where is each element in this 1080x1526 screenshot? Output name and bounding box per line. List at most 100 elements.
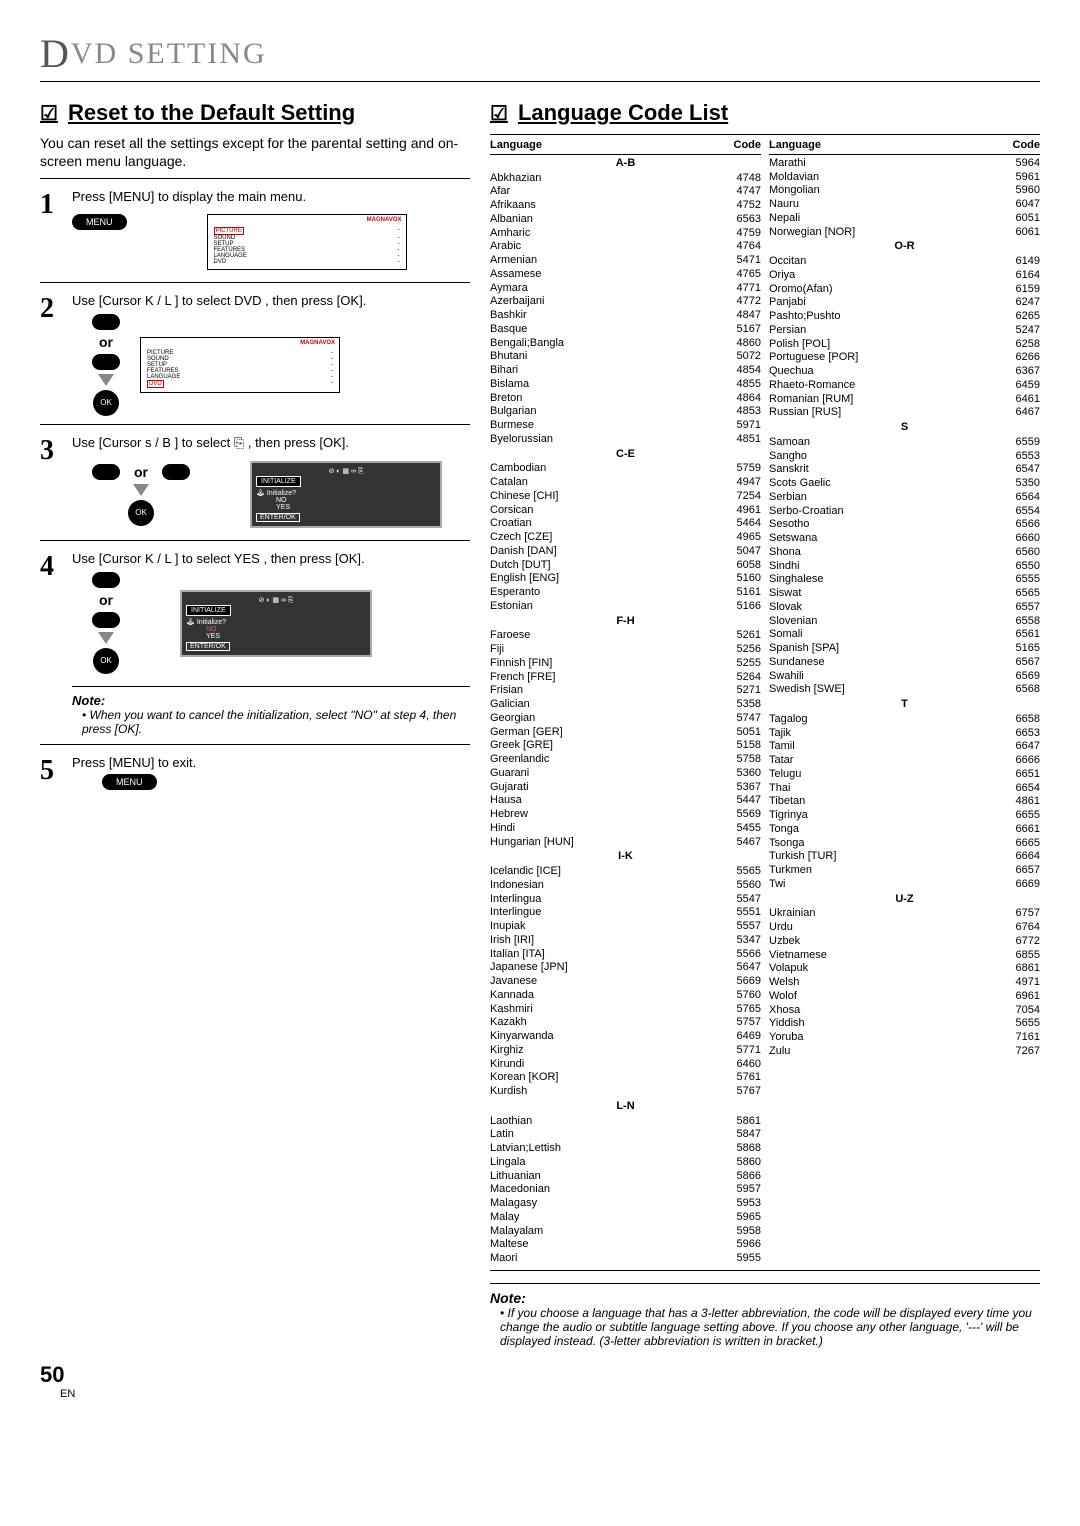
lang-row: Indonesian5560	[490, 879, 761, 893]
menu-button[interactable]: MENU	[102, 774, 157, 790]
lang-group: I-K	[490, 850, 761, 864]
lang-row: Turkish [TUR]6664	[769, 850, 1040, 864]
lang-note-label: Note:	[490, 1283, 1040, 1306]
step4-text: Use [Cursor K / L ] to select YES , then…	[72, 551, 470, 566]
page-heading: DVD SETTING	[40, 30, 1040, 77]
lang-row: Swahili6569	[769, 670, 1040, 684]
lang-row: Kirghiz5771	[490, 1044, 761, 1058]
lang-row: Czech [CZE]4965	[490, 531, 761, 545]
lang-row: Cambodian5759	[490, 462, 761, 476]
lang-row: Tagalog6658	[769, 713, 1040, 727]
lang-row: Burmese5971	[490, 419, 761, 433]
lang-row: Esperanto5161	[490, 586, 761, 600]
lang-group: A-B	[490, 157, 761, 171]
lang-row: Tonga6661	[769, 823, 1040, 837]
lang-row: Shona6560	[769, 546, 1040, 560]
lang-group: C-E	[490, 448, 761, 462]
reset-section: Reset to the Default Setting You can res…	[40, 96, 470, 1348]
lang-row: Latvian;Lettish5868	[490, 1142, 761, 1156]
lang-row: Javanese5669	[490, 975, 761, 989]
lang-row: Wolof6961	[769, 990, 1040, 1004]
lang-row: Malay5965	[490, 1211, 761, 1225]
lang-row: Norwegian [NOR]6061	[769, 226, 1040, 240]
lang-row: Sanskrit6547	[769, 463, 1040, 477]
lang-row: Sundanese6567	[769, 656, 1040, 670]
up-button[interactable]	[92, 572, 120, 588]
ok-button[interactable]: OK	[128, 500, 154, 526]
lang-row: Georgian5747	[490, 712, 761, 726]
lang-row: Estonian5166	[490, 600, 761, 614]
lang-row: Macedonian5957	[490, 1183, 761, 1197]
lang-row: Uzbek6772	[769, 935, 1040, 949]
lang-row: Oromo(Afan)6159	[769, 283, 1040, 297]
lang-row: Interlingue5551	[490, 906, 761, 920]
lang-row: Azerbaijani4772	[490, 295, 761, 309]
step-num-1: 1	[40, 189, 64, 274]
right-button[interactable]	[162, 464, 190, 480]
lang-row: Korean [KOR]5761	[490, 1071, 761, 1085]
lang-row: Assamese4765	[490, 268, 761, 282]
step-num-3: 3	[40, 435, 64, 532]
lang-row: Greek [GRE]5158	[490, 739, 761, 753]
lang-row: Slovak6557	[769, 601, 1040, 615]
step-num-4: 4	[40, 551, 64, 736]
lang-row: Hausa5447	[490, 794, 761, 808]
ok-button[interactable]: OK	[93, 390, 119, 416]
language-code-section: Language Code List LanguageCode A-BAbkha…	[490, 96, 1040, 1348]
lang-row: Pashto;Pushto6265	[769, 310, 1040, 324]
lang-row: Hungarian [HUN]5467	[490, 836, 761, 850]
lang-row: Setswana6660	[769, 532, 1040, 546]
lang-row: Malayalam5958	[490, 1225, 761, 1239]
lang-row: Ukrainian6757	[769, 907, 1040, 921]
menu-screen-2: MAGNAVOX PICTURE-SOUND-SETUP-FEATURES-LA…	[140, 337, 340, 393]
lang-row: Quechua6367	[769, 365, 1040, 379]
lang-row: Hebrew5569	[490, 808, 761, 822]
note-body: • When you want to cancel the initializa…	[82, 708, 470, 736]
menu-screen-1: MAGNAVOX PICTURE-SOUND-SETUP-FEATURES-LA…	[207, 214, 407, 270]
arrow-down-icon	[98, 374, 114, 386]
lang-group: O-R	[769, 240, 1040, 254]
lang-row: Turkmen6657	[769, 864, 1040, 878]
lang-row: Kashmiri5765	[490, 1003, 761, 1017]
lang-row: Singhalese6555	[769, 573, 1040, 587]
down-button[interactable]	[92, 612, 120, 628]
lang-row: Italian [ITA]5566	[490, 948, 761, 962]
lang-row: Maori5955	[490, 1252, 761, 1266]
lang-row: Serbian6564	[769, 491, 1040, 505]
dialog-initialize-1: ⊘ ◐ ▦ ∞ ⎘ INITIALIZE 🕹 Initialize? NO YE…	[250, 461, 442, 528]
lang-row: Fiji5256	[490, 643, 761, 657]
menu-button[interactable]: MENU	[72, 214, 127, 230]
lang-row: Telugu6651	[769, 768, 1040, 782]
lang-row: Bulgarian4853	[490, 405, 761, 419]
step3-text: Use [Cursor s / B ] to select ⎘ , then p…	[72, 435, 470, 451]
lang-row: Malagasy5953	[490, 1197, 761, 1211]
note-label: Note:	[72, 686, 470, 708]
remote-nav-2: or OK	[92, 314, 120, 416]
down-button[interactable]	[92, 354, 120, 370]
lang-row: Polish [POL]6258	[769, 338, 1040, 352]
left-button[interactable]	[92, 464, 120, 480]
lang-row: Albanian6563	[490, 213, 761, 227]
lang-row: Marathi5964	[769, 157, 1040, 171]
lang-row: Corsican4961	[490, 504, 761, 518]
lang-row: Sesotho6566	[769, 518, 1040, 532]
lang-row: Kinyarwanda6469	[490, 1030, 761, 1044]
reset-title: Reset to the Default Setting	[40, 100, 470, 126]
lang-row: Guarani5360	[490, 767, 761, 781]
lang-row: Lithuanian5866	[490, 1170, 761, 1184]
up-button[interactable]	[92, 314, 120, 330]
lang-row: Finnish [FIN]5255	[490, 657, 761, 671]
lang-row: Portuguese [POR]6266	[769, 351, 1040, 365]
lang-row: Spanish [SPA]5165	[769, 642, 1040, 656]
lang-row: Tsonga6665	[769, 837, 1040, 851]
lang-row: Sangho6553	[769, 450, 1040, 464]
lang-row: Somali6561	[769, 628, 1040, 642]
lang-row: Interlingua5547	[490, 893, 761, 907]
lang-row: Aymara4771	[490, 282, 761, 296]
lang-row: Bhutani5072	[490, 350, 761, 364]
ok-button[interactable]: OK	[93, 648, 119, 674]
lang-row: German [GER]5051	[490, 726, 761, 740]
lang-row: Welsh4971	[769, 976, 1040, 990]
lang-row: Hindi5455	[490, 822, 761, 836]
language-list-title: Language Code List	[490, 100, 1040, 126]
